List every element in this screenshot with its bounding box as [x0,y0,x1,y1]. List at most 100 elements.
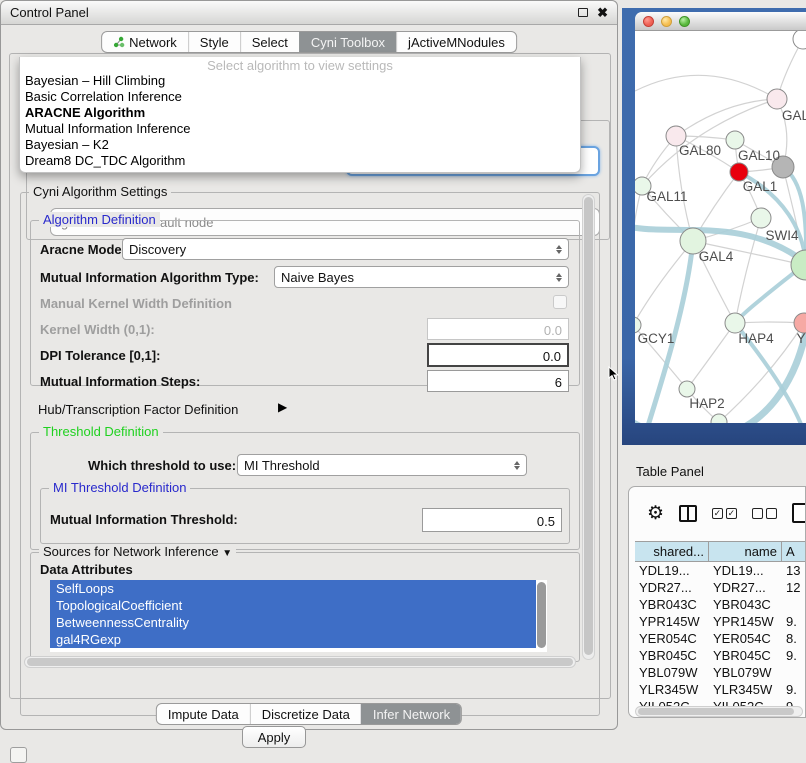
dropdown-item[interactable]: Bayesian – K2 [20,137,580,153]
table-cell: YER054C [709,630,782,647]
columns-icon[interactable] [679,505,697,522]
table-panel-title: Table Panel [636,464,704,479]
dropdown-item[interactable]: Dream8 DC_TDC Algorithm [20,153,580,169]
minimize-window-icon[interactable] [661,16,672,27]
table-row[interactable]: YPR145WYPR145W9. [635,613,806,630]
network-graph: GALGAL80GAL10GAL1GAL11SWI4GAL4GCY1HAP4YH… [635,31,806,423]
float-panel-icon[interactable] [578,8,588,17]
node-label: Y [796,331,805,346]
table-cell: YBR043C [709,596,782,613]
tab-network[interactable]: Network [102,32,188,52]
dropdown-item[interactable]: Basic Correlation Inference [20,89,580,105]
table-cell [782,596,806,613]
table-cell: YPR145W [709,613,782,630]
network-edge[interactable] [635,186,642,325]
network-node-gal10[interactable] [726,131,744,149]
node-label: GAL4 [699,249,734,264]
expanded-arrow-icon[interactable]: ▼ [222,548,232,559]
network-canvas[interactable]: GALGAL80GAL10GAL1GAL11SWI4GAL4GCY1HAP4YH… [635,31,806,423]
table-row[interactable]: YBL079WYBL079W [635,664,806,681]
data-attributes-label: Data Attributes [40,562,133,577]
new-table-icon[interactable] [792,503,806,523]
mi-threshold-label: Mutual Information Threshold: [50,512,238,527]
table-row[interactable]: YDL19...YDL19...13 [635,562,806,579]
tab-select[interactable]: Select [240,32,299,52]
threshold-definition-title: Threshold Definition [39,424,163,439]
manual-kernel-label: Manual Kernel Width Definition [40,296,232,311]
apply-button[interactable]: Apply [242,726,306,748]
node-label: SWI4 [765,228,798,243]
hub-definition-label: Hub/Transcription Factor Definition [38,402,238,417]
dropdown-item[interactable]: Mutual Information Inference [20,121,580,137]
aracne-mode-combobox[interactable]: Discovery [122,238,569,260]
kernel-width-field[interactable] [427,318,569,340]
node-label: GAL1 [743,179,778,194]
network-node[interactable] [793,31,806,49]
network-window[interactable]: GALGAL80GAL10GAL1GAL11SWI4GAL4GCY1HAP4YH… [635,12,806,423]
dpi-tolerance-label: DPI Tolerance [0,1]: [40,348,160,363]
table-cell: YER054C [635,630,709,647]
list-scrollbar-thumb[interactable] [537,582,546,648]
network-node[interactable] [711,414,727,423]
settings-horizontal-scrollbar[interactable] [24,656,576,668]
network-edge[interactable] [635,75,777,99]
aracne-mode-label: Aracne Mode: [40,242,126,257]
column-header[interactable]: A [782,542,806,561]
control-panel-window: Control Panel ✖ NetworkStyleSelectCyni T… [0,0,618,730]
network-node-swi4[interactable] [751,208,771,228]
zoom-window-icon[interactable] [679,16,690,27]
network-window-titlebar[interactable] [635,12,806,31]
deselect-all-columns-icon[interactable] [752,508,777,519]
table-row[interactable]: YER054CYER054C8. [635,630,806,647]
dpi-tolerance-field[interactable] [427,343,569,367]
table-row[interactable]: YDR27...YDR27...12 [635,579,806,596]
table-cell [782,664,806,681]
network-icon [113,36,125,48]
close-window-icon[interactable] [643,16,654,27]
mi-type-combobox[interactable]: Naive Bayes [274,266,569,288]
tab-label: Impute Data [168,707,239,722]
attribute-list-item[interactable]: TopologicalCoefficient [50,597,536,614]
tab-infer-network[interactable]: Infer Network [361,704,461,724]
attribute-list-item[interactable]: SelfLoops [50,580,536,597]
close-panel-icon[interactable]: ✖ [597,6,608,19]
table-panel: ⚙ ✓✓ shared...nameAYDL19...YDL19...13YDR… [628,486,806,718]
table-cell: 8. [782,630,806,647]
table-row[interactable]: YBR043CYBR043C [635,596,806,613]
gear-icon[interactable]: ⚙ [647,504,664,523]
node-table: shared...nameAYDL19...YDL19...13YDR27...… [635,541,806,715]
table-horizontal-scrollbar[interactable] [635,706,803,717]
attribute-list-item[interactable]: gal4RGexp [50,631,536,648]
table-row[interactable]: YBR045CYBR045C9. [635,647,806,664]
dropdown-item[interactable]: ARACNE Algorithm [20,105,580,121]
mi-steps-field[interactable] [427,370,569,392]
column-header[interactable]: shared... [635,542,709,561]
collapsed-arrow-icon[interactable]: ▶ [278,400,287,414]
network-node-gal[interactable] [767,89,787,109]
table-cell: 13 [782,562,806,579]
node-label: GAL [782,108,806,123]
tab-impute-data[interactable]: Impute Data [157,704,250,724]
panel-corner-icon[interactable] [10,747,27,763]
mi-threshold-field[interactable] [422,508,562,532]
which-threshold-combobox[interactable]: MI Threshold [237,454,527,476]
tab-jactivemnodules[interactable]: jActiveMNodules [396,32,516,52]
stepper-arrows-icon [556,245,562,254]
tab-cyni-toolbox[interactable]: Cyni Toolbox [299,32,396,52]
network-node-hap2[interactable] [679,381,695,397]
manual-kernel-checkbox[interactable] [553,295,567,309]
table-row[interactable]: YLR345WYLR345W9. [635,681,806,698]
network-node-hap4[interactable] [725,313,745,333]
data-attributes-list[interactable]: SelfLoopsTopologicalCoefficientBetweenne… [50,580,547,652]
tab-discretize-data[interactable]: Discretize Data [250,704,361,724]
network-node-y[interactable] [794,313,806,333]
attribute-list-item[interactable]: BetweennessCentrality [50,614,536,631]
dropdown-item[interactable]: Bayesian – Hill Climbing [20,73,580,89]
tab-style[interactable]: Style [188,32,240,52]
table-cell: YDL19... [635,562,709,579]
settings-vertical-scrollbar[interactable] [582,194,595,660]
select-all-columns-icon[interactable]: ✓✓ [712,508,737,519]
network-edge[interactable] [687,323,735,389]
mouse-cursor [608,366,620,382]
column-header[interactable]: name [709,542,782,561]
